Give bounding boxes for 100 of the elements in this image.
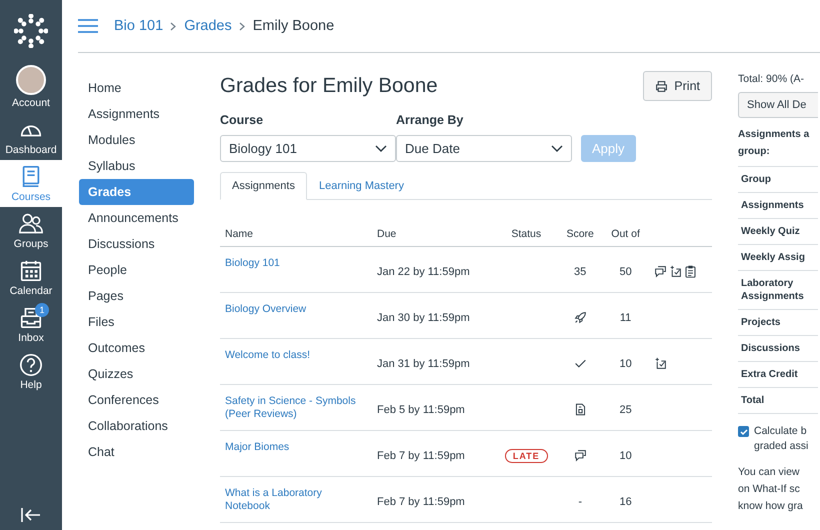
points-possible: 11 [620,312,632,324]
group-cell: Projects [738,310,818,336]
document-icon [574,403,587,416]
due-date: Feb 5 by 11:59pm [377,404,465,416]
print-button[interactable]: Print [643,71,712,101]
course-nav-item[interactable]: Conferences [79,387,194,413]
people-icon [19,212,43,236]
checkbox-label: graded assi [754,439,808,454]
collapse-icon[interactable] [20,506,42,524]
rocket-icon [574,311,587,324]
course-nav-item[interactable]: Home [79,75,194,101]
course-nav-item[interactable]: Pages [79,283,194,309]
breadcrumb-link[interactable]: Grades [184,18,232,34]
course-nav-item[interactable]: Discussions [79,231,194,257]
global-nav-item[interactable]: Help [0,348,62,395]
group-cell: Extra Credit [738,362,818,388]
course-nav-item[interactable]: Grades [79,179,194,205]
course-nav-item[interactable]: Announcements [79,205,194,231]
late-badge: LATE [504,448,548,462]
group-cell: Total [738,388,818,414]
group-cell: Discussions [738,336,818,362]
group-cell: Group [738,166,818,193]
field-label: Course [220,113,264,127]
assignment-link[interactable]: Major Biomes [225,441,367,454]
logo-icon[interactable] [14,14,48,48]
unread-badge: 1 [35,303,49,317]
due-date: Jan 30 by 11:59pm [377,312,470,324]
menu-icon[interactable] [78,18,98,34]
chevron-down-icon [375,144,387,152]
course-nav-item[interactable]: Modules [79,127,194,153]
global-nav-item[interactable]: Courses [0,160,62,207]
total-grade: Total: 90% (A- [738,73,805,85]
due-date: Jan 22 by 11:59pm [377,266,470,278]
global-nav-item[interactable]: Groups [0,207,62,254]
chevron-icon [238,22,246,30]
column-header: Due [372,222,495,246]
points-possible: 10 [619,450,632,462]
global-nav-item[interactable]: Calendar [0,254,62,301]
course-nav-item[interactable]: Quizzes [79,361,194,387]
breadcrumb-link[interactable]: Bio 101 [114,18,164,34]
points-possible: 16 [619,496,632,508]
group-cell: Weekly Assig [738,245,818,271]
score-text: - [578,496,582,508]
course-nav-item[interactable]: Outcomes [79,335,194,361]
course-nav-item[interactable]: People [79,257,194,283]
group-cell: Weekly Quiz [738,219,818,245]
global-nav-item[interactable]: Dashboard [0,113,62,160]
assignment-link[interactable]: Safety in Science - Symbols (Peer Reviews) [225,395,367,421]
checklist-icon [654,357,667,370]
select-field[interactable]: Due Date [396,135,572,162]
group-cell: Assignments [738,193,818,219]
score-text: 35 [574,266,586,278]
tab[interactable]: Learning Mastery [306,172,416,200]
course-nav-item[interactable]: Collaborations [79,413,194,439]
points-possible: 50 [619,266,632,278]
select-field[interactable]: Biology 101 [220,135,396,162]
column-header: Score [558,222,603,246]
course-nav-item[interactable]: Chat [79,439,194,465]
checkbox[interactable] [738,426,749,437]
tab[interactable]: Assignments [220,172,307,200]
comment-icon [574,449,587,462]
group-cell: Laboratory Assignments [738,271,818,310]
breadcrumb-link[interactable]: Emily Boone [252,18,334,34]
inbox-icon [19,306,43,330]
clipboard-icon [684,265,697,278]
comment-icon [654,265,667,278]
course-nav-item[interactable]: Syllabus [79,153,194,179]
field-label: Arrange By [396,113,464,127]
info-text: know how gra [738,499,804,514]
due-date: Feb 7 by 11:59pm [377,450,465,462]
printer-icon [655,80,668,92]
calendar-icon [19,259,43,283]
page-title: Grades for Emily Boone [220,74,438,98]
checkbox-label: Calculate b [754,424,808,439]
column-header: Name [220,222,372,246]
assignment-link[interactable]: Biology 101 [225,257,367,270]
check-icon [574,357,587,370]
chevron-icon [170,22,178,30]
column-header: Status [494,222,558,246]
chevron-down-icon [551,144,563,152]
assignment-link[interactable]: Biology Overview [225,303,367,316]
points-possible: 10 [619,358,632,370]
points-possible: 25 [619,404,632,416]
column-header: Out of [602,222,649,246]
section-heading: Assignments a [738,128,810,142]
checklist-icon [668,265,682,278]
due-date: Feb 7 by 11:59pm [377,496,465,508]
info-text: on What-If sc [738,482,801,497]
info-text: You can view [738,465,800,480]
show-all-details-button[interactable]: Show All De [738,92,818,118]
course-nav-item[interactable]: Files [79,309,194,335]
course-nav-item[interactable]: Assignments [79,101,194,127]
assignment-link[interactable]: What is a Laboratory Notebook [225,487,367,513]
global-nav-item[interactable]: Account [0,60,62,113]
section-heading: group: [738,145,771,159]
assignment-link[interactable]: Welcome to class! [225,349,367,362]
global-nav-item[interactable]: Inbox 1 [0,301,62,348]
due-date: Jan 31 by 11:59pm [377,358,470,370]
avatar-icon [16,65,46,95]
help-icon [19,353,43,377]
